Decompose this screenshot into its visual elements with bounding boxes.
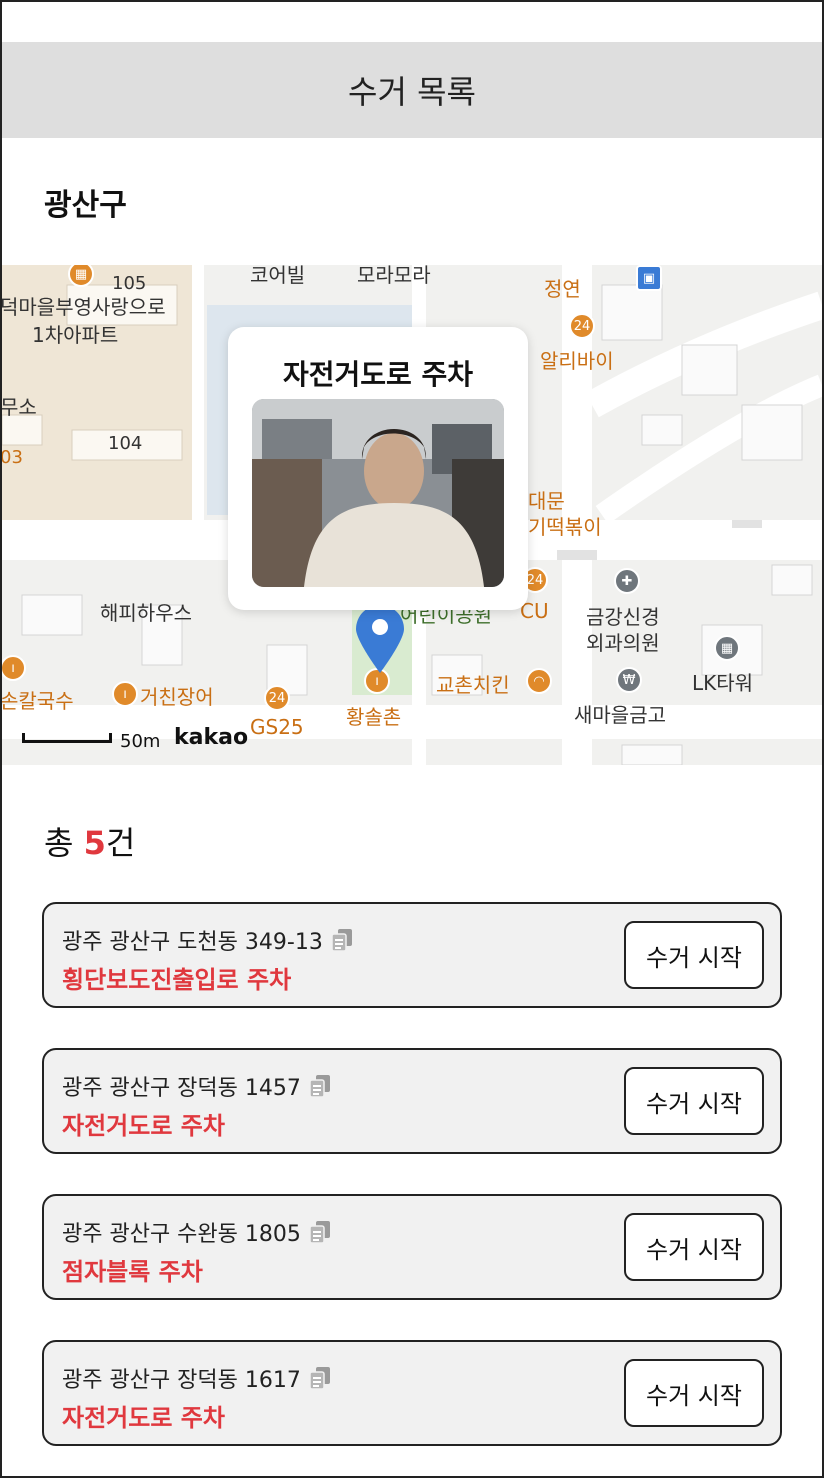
copy-icon[interactable] xyxy=(331,928,353,952)
total-prefix: 총 xyxy=(44,824,84,862)
map-info-popup[interactable]: 자전거도로 주차 xyxy=(228,327,528,610)
map-label: 모라모라 xyxy=(357,265,431,287)
bank-icon: ₩ xyxy=(616,667,642,693)
violation-reason: 자전거도로 주차 xyxy=(62,1404,225,1432)
map-label: 외과의원 xyxy=(586,631,660,655)
map-label: 해피하우스 xyxy=(100,601,192,625)
map-pin-icon[interactable] xyxy=(352,603,408,675)
start-pickup-button[interactable]: 수거 시작 xyxy=(624,1359,764,1427)
total-count: 총 5건 xyxy=(44,818,135,864)
bus-stop-icon: ▣ xyxy=(636,265,662,291)
map-label: 황솔촌 xyxy=(346,705,402,729)
copy-icon[interactable] xyxy=(309,1220,331,1244)
total-suffix: 건 xyxy=(105,824,136,862)
map-label: GS25 xyxy=(250,715,304,739)
map-label: 03 xyxy=(2,447,23,468)
violation-reason: 자전거도로 주차 xyxy=(62,1112,225,1140)
map-label: 기떡볶이 xyxy=(528,515,602,539)
list-item: 광주 광산구 도천동 349-13 횡단보도진출입로 주차 수거 시작 xyxy=(42,902,782,1008)
map-label: LK타워 xyxy=(692,671,754,695)
scale-label: 50m xyxy=(120,731,161,752)
copy-icon[interactable] xyxy=(309,1074,331,1098)
map-label: 거친장어 xyxy=(140,685,214,709)
popup-title: 자전거도로 주차 xyxy=(282,358,474,391)
map-label: 대문 xyxy=(528,489,565,513)
map-label: 알리바이 xyxy=(540,349,614,373)
address-row: 광주 광산구 장덕동 1457 xyxy=(62,1070,331,1102)
map-label: 무소 xyxy=(2,395,37,419)
address-text: 광주 광산구 수완동 1805 xyxy=(62,1222,301,1247)
scale-bar xyxy=(22,733,112,743)
address-row: 광주 광산구 장덕동 1617 xyxy=(62,1362,331,1394)
page-title: 수거 목록 xyxy=(348,73,476,111)
address-text: 광주 광산구 장덕동 1457 xyxy=(62,1076,301,1101)
list-item: 광주 광산구 장덕동 1617 자전거도로 주차 수거 시작 xyxy=(42,1340,782,1446)
violation-reason: 횡단보도진출입로 주차 xyxy=(62,966,292,994)
address-row: 광주 광산구 도천동 349-13 xyxy=(62,924,353,956)
page-header: 수거 목록 xyxy=(2,42,822,138)
map-label: 코어빌 xyxy=(250,265,306,287)
start-pickup-button[interactable]: 수거 시작 xyxy=(624,1067,764,1135)
address-text: 광주 광산구 장덕동 1617 xyxy=(62,1368,301,1393)
district-title: 광산구 xyxy=(44,188,127,223)
map-label: 정연 xyxy=(544,277,581,301)
total-number: 5 xyxy=(83,824,106,862)
hospital-icon: ✚ xyxy=(614,568,640,594)
copy-icon[interactable] xyxy=(309,1366,331,1390)
map-label: 금강신경 xyxy=(586,605,660,629)
restaurant-icon: ı xyxy=(112,681,138,707)
map-label: 교촌치킨 xyxy=(436,673,510,697)
map-label: 새마을금고 xyxy=(574,703,666,727)
map-label: 덕마을부영사랑으로 xyxy=(2,295,166,319)
map-label: 1차아파트 xyxy=(32,323,119,347)
address-text: 광주 광산구 도천동 349-13 xyxy=(62,930,323,955)
map-label: 손칼국수 xyxy=(2,689,74,713)
convenience-store-icon: 24 xyxy=(264,685,290,711)
report-photo xyxy=(252,399,504,587)
building-icon: ▦ xyxy=(714,635,740,661)
start-pickup-button[interactable]: 수거 시작 xyxy=(624,921,764,989)
start-pickup-button[interactable]: 수거 시작 xyxy=(624,1213,764,1281)
list-item: 광주 광산구 장덕동 1457 자전거도로 주차 수거 시작 xyxy=(42,1048,782,1154)
map-brand-logo: kakao xyxy=(174,725,249,750)
violation-reason: 점자블록 주차 xyxy=(62,1258,203,1286)
address-row: 광주 광산구 수완동 1805 xyxy=(62,1216,331,1248)
list-item: 광주 광산구 수완동 1805 점자블록 주차 수거 시작 xyxy=(42,1194,782,1300)
chicken-restaurant-icon: ◠ xyxy=(526,668,552,694)
convenience-store-icon: 24 xyxy=(569,313,595,339)
map-label: 104 xyxy=(108,433,143,454)
